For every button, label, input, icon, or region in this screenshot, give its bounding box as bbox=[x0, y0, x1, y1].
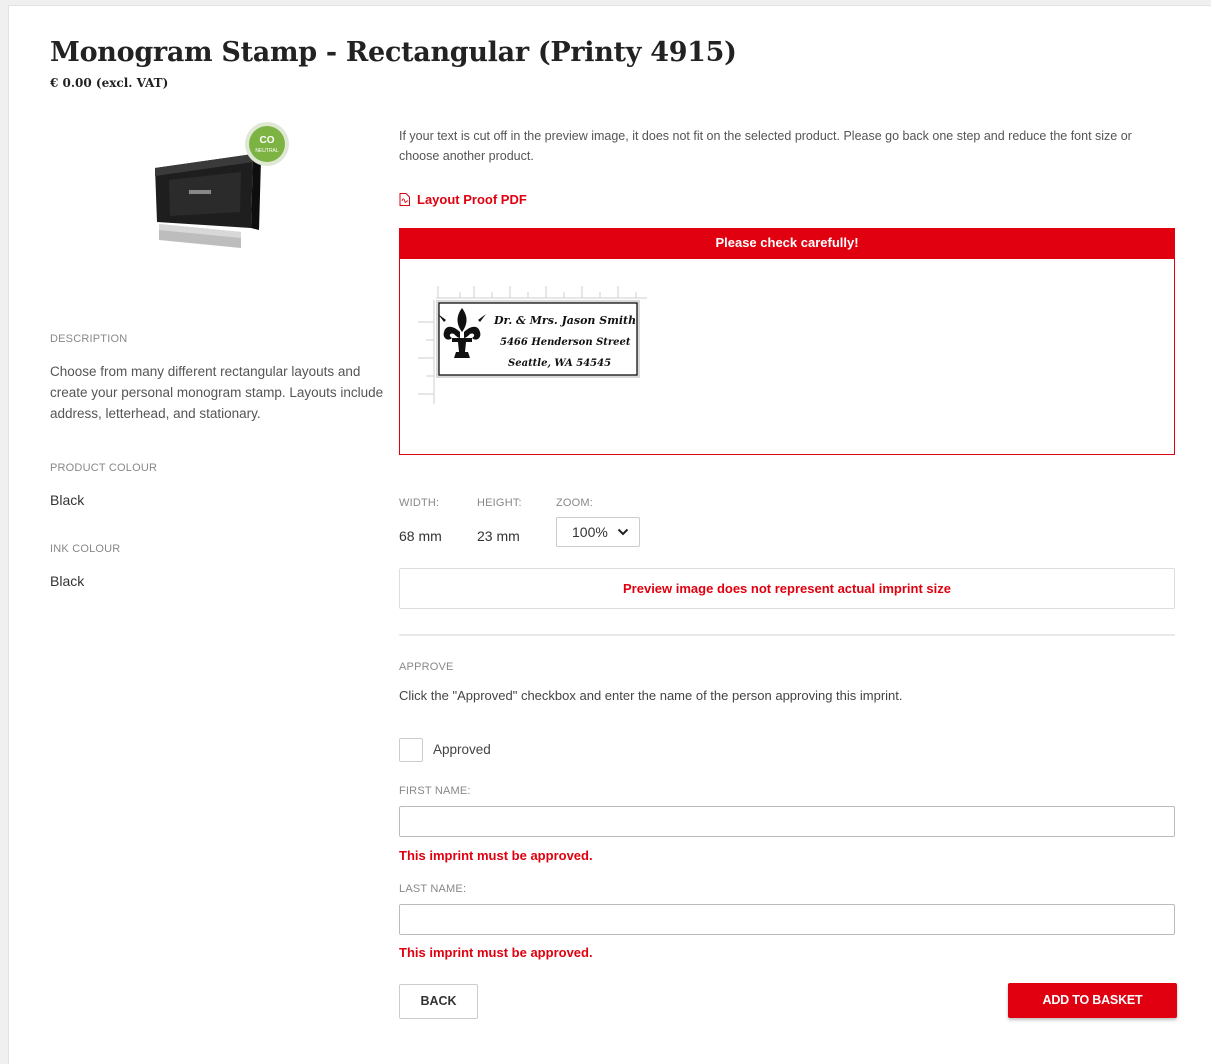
product-image: CO NEUTRAL bbox=[155, 122, 289, 248]
layout-proof-pdf-label: Layout Proof PDF bbox=[417, 192, 527, 207]
svg-text:NEUTRAL: NEUTRAL bbox=[255, 148, 279, 154]
product-colour-value: Black bbox=[50, 492, 85, 508]
width-value: 68 mm bbox=[399, 528, 442, 544]
proof-preview-box: Please check carefully! Dr. & Mrs. Jason… bbox=[399, 228, 1175, 455]
back-button[interactable]: BACK bbox=[399, 984, 478, 1019]
page-title: Monogram Stamp - Rectangular (Printy 491… bbox=[50, 37, 737, 68]
stamp-line-1: Dr. & Mrs. Jason Smith bbox=[493, 314, 636, 327]
co2-neutral-badge-icon: CO NEUTRAL bbox=[245, 122, 289, 166]
layout-proof-pdf-link[interactable]: Layout Proof PDF bbox=[399, 192, 527, 207]
product-colour-label: PRODUCT COLOUR bbox=[50, 462, 158, 474]
first-name-input[interactable] bbox=[399, 806, 1175, 837]
add-to-basket-button[interactable]: ADD TO BASKET bbox=[1008, 983, 1177, 1018]
pdf-icon bbox=[399, 193, 410, 206]
preview-info-text: If your text is cut off in the preview i… bbox=[399, 129, 1132, 163]
svg-text:CO: CO bbox=[260, 135, 275, 146]
stamp-line-3: Seattle, WA 54545 bbox=[508, 358, 611, 369]
approve-instruction: Click the "Approved" checkbox and enter … bbox=[399, 688, 903, 703]
zoom-value: 100% bbox=[572, 524, 608, 540]
stamp-preview: Dr. & Mrs. Jason Smith 5466 Henderson St… bbox=[418, 286, 647, 404]
check-carefully-header: Please check carefully! bbox=[400, 229, 1174, 259]
preview-ruler-left bbox=[418, 300, 435, 404]
approve-section-label: APPROVE bbox=[399, 661, 454, 673]
width-label: WIDTH: bbox=[399, 497, 440, 509]
stamp-line-2: 5466 Henderson Street bbox=[500, 337, 631, 348]
height-value: 23 mm bbox=[477, 528, 520, 544]
zoom-label: ZOOM: bbox=[556, 497, 594, 509]
height-label: HEIGHT: bbox=[477, 497, 522, 509]
last-name-input[interactable] bbox=[399, 904, 1175, 935]
last-name-label: LAST NAME: bbox=[399, 883, 467, 895]
section-divider bbox=[399, 634, 1175, 636]
first-name-label: FIRST NAME: bbox=[399, 785, 471, 797]
chevron-down-icon bbox=[617, 528, 629, 536]
approved-checkbox[interactable] bbox=[399, 738, 423, 762]
preview-size-notice: Preview image does not represent actual … bbox=[399, 568, 1175, 609]
zoom-select[interactable]: 100% bbox=[556, 517, 640, 547]
ink-colour-value: Black bbox=[50, 573, 85, 589]
last-name-error: This imprint must be approved. bbox=[399, 945, 593, 960]
approved-checkbox-label[interactable]: Approved bbox=[433, 742, 491, 757]
product-price: € 0.00 (excl. VAT) bbox=[50, 76, 169, 90]
preview-ruler-top bbox=[436, 286, 647, 299]
ink-colour-label: INK COLOUR bbox=[50, 543, 121, 555]
first-name-error: This imprint must be approved. bbox=[399, 848, 593, 863]
product-card: Monogram Stamp - Rectangular (Printy 491… bbox=[8, 5, 1211, 1064]
description-label: DESCRIPTION bbox=[50, 333, 128, 345]
description-text: Choose from many different rectangular l… bbox=[50, 364, 384, 421]
